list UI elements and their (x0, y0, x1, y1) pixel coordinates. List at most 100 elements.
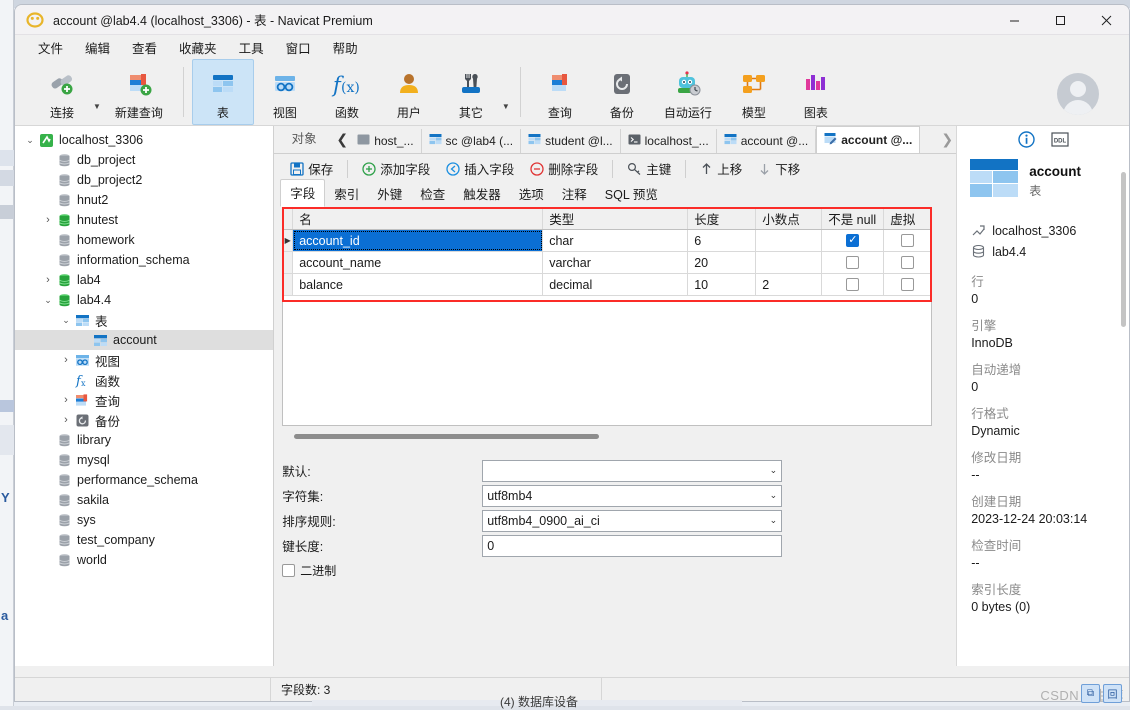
grid-row[interactable]: ▶ account_id char 6 (283, 230, 932, 252)
tree-item-[interactable]: › 查询 (15, 390, 273, 410)
chevron-down-icon[interactable]: ⌄ (766, 515, 778, 526)
field-name-cell[interactable]: account_name (293, 252, 544, 273)
property-select[interactable]: ⌄ (482, 459, 783, 482)
toolbar-query-button[interactable]: 查询 (529, 59, 591, 125)
tree-item-sys[interactable]: sys (15, 510, 273, 530)
chevron-right-icon[interactable]: › (59, 414, 73, 426)
other-dropdown-caret[interactable]: ▼ (502, 102, 512, 125)
field-decimals-cell[interactable] (756, 230, 823, 251)
field-decimals-cell[interactable]: 2 (756, 274, 823, 295)
tree-item-world[interactable]: world (15, 550, 273, 570)
field-not-null-cell[interactable] (822, 230, 885, 251)
tree-item-hnutest[interactable]: › hnutest (15, 210, 273, 230)
info-panel-scrollbar[interactable] (1119, 172, 1127, 666)
field-virtual-cell[interactable] (884, 274, 931, 295)
fields-grid-empty-area[interactable] (282, 296, 933, 426)
menu-item-view[interactable]: 查看 (121, 36, 168, 59)
chevron-down-icon[interactable]: ⌄ (766, 465, 778, 476)
delete-field-button[interactable]: 删除字段 (522, 156, 606, 181)
field-not-null-cell[interactable] (822, 252, 885, 273)
chevron-right-icon[interactable]: › (59, 354, 73, 366)
grid-hscroll-thumb[interactable] (294, 434, 600, 439)
primary-key-button[interactable]: 主键 (619, 156, 679, 181)
field-type-cell[interactable]: decimal (543, 274, 689, 295)
field-type-cell[interactable]: varchar (543, 252, 689, 273)
info-icon[interactable] (1017, 130, 1035, 148)
not-null-checkbox[interactable] (846, 278, 860, 291)
toolbar-view-button[interactable]: 视图 (254, 59, 316, 125)
binary-checkbox-row[interactable]: 二进制 (282, 562, 956, 579)
grid-column-header[interactable]: 长度 (688, 208, 757, 229)
binary-checkbox[interactable] (282, 564, 296, 577)
minimize-button[interactable] (991, 5, 1037, 35)
chevron-right-icon[interactable]: › (59, 394, 73, 406)
grid-column-header[interactable]: 名 (293, 208, 544, 229)
field-length-cell[interactable]: 20 (688, 252, 757, 273)
field-length-cell[interactable]: 6 (688, 230, 757, 251)
toolbar-model-button[interactable]: 模型 (723, 59, 785, 125)
menu-item-favorites[interactable]: 收藏夹 (168, 36, 228, 59)
close-button[interactable] (1083, 5, 1129, 35)
tree-item-hnut2[interactable]: hnut2 (15, 190, 273, 210)
editor-tab[interactable]: host_... (350, 129, 422, 153)
property-select[interactable]: utf8mb4 ⌄ (482, 484, 783, 507)
tree-item-lab4.4[interactable]: ⌄ lab4.4 (15, 290, 273, 310)
designer-tab-2[interactable]: 外键 (368, 181, 411, 207)
field-name-cell[interactable]: balance (293, 274, 544, 295)
editor-tab[interactable]: sc @lab4 (... (421, 129, 522, 153)
object-tree-sidebar[interactable]: ⌄ localhost_3306 db_project db_project2 h… (15, 126, 275, 666)
designer-tab-1[interactable]: 索引 (325, 181, 368, 207)
chevron-down-icon[interactable]: ⌄ (59, 315, 73, 326)
designer-tab-0[interactable]: 字段 (280, 179, 326, 207)
chevron-down-icon[interactable]: ⌄ (766, 490, 778, 501)
tree-item-account[interactable]: account (15, 330, 274, 350)
property-input[interactable]: 0 (482, 534, 783, 557)
toolbar-connection-button[interactable]: 连接 (31, 59, 93, 125)
insert-field-button[interactable]: 插入字段 (438, 156, 522, 181)
menu-item-window[interactable]: 窗口 (275, 36, 322, 59)
editor-tab[interactable]: account @... (716, 129, 817, 153)
designer-tab-6[interactable]: 注释 (553, 181, 596, 207)
chevron-right-icon[interactable]: › (41, 274, 55, 286)
user-avatar[interactable] (1057, 73, 1099, 115)
chevron-down-icon[interactable]: ⌄ (41, 295, 55, 306)
toolbar-other-button[interactable]: 其它 (440, 59, 502, 125)
tree-item-mysql[interactable]: mysql (15, 450, 273, 470)
virtual-checkbox[interactable] (901, 278, 915, 291)
current-row-arrow-icon[interactable]: ▶ (283, 230, 294, 251)
toolbar-table-button[interactable]: 表 (191, 59, 254, 125)
tree-item-homework[interactable]: homework (15, 230, 273, 250)
tab-scroll-left-button[interactable]: ❮ (334, 131, 350, 153)
tree-item-performance_schema[interactable]: performance_schema (15, 470, 273, 490)
menu-item-help[interactable]: 帮助 (322, 36, 369, 59)
grid-row[interactable]: balance decimal 10 2 (283, 274, 932, 296)
field-length-cell[interactable]: 10 (688, 274, 757, 295)
toolbar-chart-button[interactable]: 图表 (785, 59, 847, 125)
save-button[interactable]: 保存 (282, 156, 341, 181)
ddl-icon[interactable]: DDL (1050, 131, 1069, 147)
toolbar-backup-button[interactable]: 备份 (591, 59, 653, 125)
move-up-button[interactable]: 上移 (692, 156, 750, 181)
editor-tab[interactable]: localhost_... (620, 129, 717, 153)
row-marker[interactable] (283, 274, 294, 295)
chevron-down-icon[interactable]: ⌄ (23, 135, 37, 146)
menu-item-file[interactable]: 文件 (27, 36, 74, 59)
objects-tab[interactable]: 对象 (274, 128, 334, 153)
grid-column-header[interactable]: 类型 (543, 208, 689, 229)
tree-item-test_company[interactable]: test_company (15, 530, 273, 550)
not-null-checkbox[interactable] (846, 256, 860, 269)
row-marker[interactable] (283, 252, 294, 273)
add-field-button[interactable]: 添加字段 (354, 156, 438, 181)
tree-item-db_project2[interactable]: db_project2 (15, 170, 273, 190)
grid-column-header[interactable]: 小数点 (756, 208, 823, 229)
tree-item-[interactable]: ⌄ 表 (15, 310, 273, 330)
editor-tab[interactable]: student @l... (521, 129, 621, 153)
tree-item-db_project[interactable]: db_project (15, 150, 273, 170)
grid-column-header[interactable]: 虚拟 (884, 208, 931, 229)
tree-item-library[interactable]: library (15, 430, 273, 450)
connection-dropdown-caret[interactable]: ▼ (93, 102, 103, 125)
maximize-button[interactable] (1037, 5, 1083, 35)
designer-tab-7[interactable]: SQL 预览 (596, 181, 667, 207)
tree-item-lab4[interactable]: › lab4 (15, 270, 273, 290)
toolbar-function-button[interactable]: f (x) 函数 (316, 59, 378, 125)
